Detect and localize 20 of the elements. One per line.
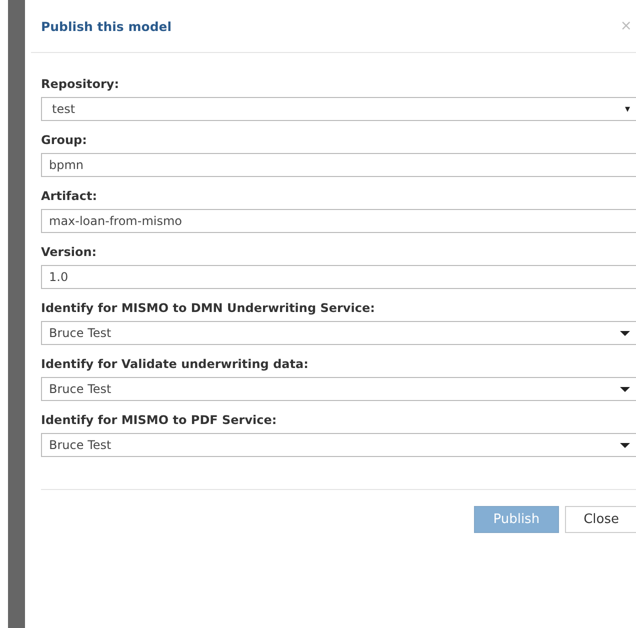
- caret-icon[interactable]: [620, 330, 630, 336]
- dropdown-field[interactable]: Bruce Test: [41, 321, 636, 345]
- dropdown-field[interactable]: Bruce Test: [41, 377, 636, 401]
- caret-icon[interactable]: [620, 442, 630, 448]
- field-label: Identify for Validate underwriting data:: [41, 357, 310, 371]
- field-label: Group:: [41, 133, 88, 147]
- field-label: Identify for MISMO to DMN Underwriting Service:: [41, 301, 376, 315]
- dialog-title: Publish this model: [41, 18, 172, 34]
- field-label: Repository:: [41, 77, 120, 91]
- input-field[interactable]: max-loan-from-mismo: [41, 209, 636, 233]
- field-label: Identify for MISMO to PDF Service:: [41, 413, 278, 427]
- field-label: Artifact:: [41, 189, 98, 203]
- caret-icon[interactable]: [620, 386, 630, 392]
- close-button[interactable]: Close: [564, 506, 636, 533]
- input-field[interactable]: 1.0: [41, 265, 636, 289]
- select-field[interactable]: test ▾: [41, 97, 636, 121]
- input-field[interactable]: bpmn: [41, 153, 636, 177]
- dropdown-arrow-icon[interactable]: ▾: [624, 104, 630, 114]
- field-label: Version:: [41, 245, 98, 259]
- dropdown-field[interactable]: Bruce Test: [41, 433, 636, 457]
